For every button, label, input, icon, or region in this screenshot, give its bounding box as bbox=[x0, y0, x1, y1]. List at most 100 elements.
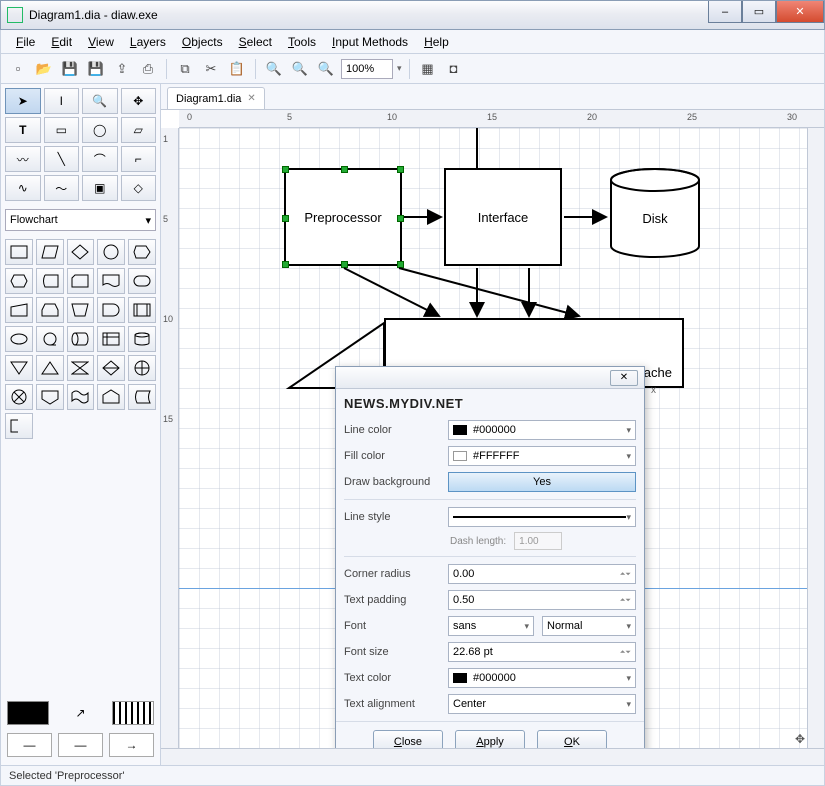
bezier-tool[interactable]: 〰 bbox=[5, 146, 41, 172]
line-tool[interactable]: ╲ bbox=[44, 146, 80, 172]
font-size-field[interactable]: 22.68 pt bbox=[448, 642, 636, 662]
shape-internal[interactable] bbox=[97, 326, 125, 352]
fill-color-field[interactable]: #FFFFFF bbox=[448, 446, 636, 466]
ellipse-tool[interactable]: ◯ bbox=[82, 117, 118, 143]
zoom-in-icon[interactable]: 🔍 bbox=[263, 58, 285, 80]
menu-view[interactable]: View bbox=[81, 33, 121, 51]
save-icon[interactable]: 💾 bbox=[59, 58, 81, 80]
font-name-field[interactable]: sans bbox=[448, 616, 534, 636]
corner-radius-field[interactable]: 0.00 bbox=[448, 564, 636, 584]
shape-category-select[interactable]: Flowchart▾ bbox=[5, 209, 156, 231]
shape-offpage2[interactable] bbox=[97, 384, 125, 410]
shape-decision[interactable] bbox=[67, 239, 95, 265]
maximize-button[interactable]: ▭ bbox=[742, 1, 776, 23]
dialog-mini-x[interactable]: x bbox=[651, 385, 656, 396]
dialog-close-button[interactable]: Close bbox=[373, 730, 443, 748]
scrollbar-horizontal[interactable] bbox=[161, 748, 824, 765]
image-tool[interactable]: ▣ bbox=[82, 175, 118, 201]
shape-collate[interactable] bbox=[67, 355, 95, 381]
copy-icon[interactable]: ⧉ bbox=[174, 58, 196, 80]
menu-layers[interactable]: Layers bbox=[123, 33, 173, 51]
box-tool[interactable]: ▭ bbox=[44, 117, 80, 143]
node-disk[interactable]: Disk bbox=[609, 168, 701, 271]
dialog-close-icon[interactable]: ✕ bbox=[610, 370, 638, 386]
paste-icon[interactable]: 📋 bbox=[226, 58, 248, 80]
cut-icon[interactable]: ✂ bbox=[200, 58, 222, 80]
print-icon[interactable]: ⎙ bbox=[137, 58, 159, 80]
shape-delay[interactable] bbox=[97, 297, 125, 323]
shape-loop[interactable] bbox=[36, 297, 64, 323]
shape-sort[interactable] bbox=[97, 355, 125, 381]
text-tool[interactable]: T bbox=[5, 117, 41, 143]
close-button[interactable]: ✕ bbox=[776, 1, 824, 23]
outline-tool[interactable]: ◇ bbox=[121, 175, 157, 201]
polygon-tool[interactable]: ▱ bbox=[121, 117, 157, 143]
line-style-field[interactable] bbox=[448, 507, 636, 527]
arrow-line[interactable]: — bbox=[58, 733, 103, 757]
text-align-field[interactable]: Center bbox=[448, 694, 636, 714]
polyline-tool[interactable]: ∿ bbox=[5, 175, 41, 201]
shape-connector[interactable] bbox=[97, 239, 125, 265]
dialog-apply-button[interactable]: Apply bbox=[455, 730, 525, 748]
shape-predefined[interactable] bbox=[128, 297, 156, 323]
shape-database[interactable] bbox=[128, 326, 156, 352]
menu-file[interactable]: File bbox=[9, 33, 42, 51]
shape-document[interactable] bbox=[97, 268, 125, 294]
shape-sequential[interactable] bbox=[36, 326, 64, 352]
shape-ellipse[interactable] bbox=[5, 326, 33, 352]
menu-tools[interactable]: Tools bbox=[281, 33, 323, 51]
scrollbar-vertical[interactable] bbox=[807, 128, 824, 748]
shape-terminal[interactable] bbox=[128, 268, 156, 294]
shape-display[interactable] bbox=[128, 239, 156, 265]
menu-help[interactable]: Help bbox=[417, 33, 456, 51]
draw-background-toggle[interactable]: Yes bbox=[448, 472, 636, 492]
shape-parallelogram[interactable] bbox=[36, 239, 64, 265]
saveas-icon[interactable]: 💾 bbox=[85, 58, 107, 80]
menu-objects[interactable]: Objects bbox=[175, 33, 230, 51]
arc-tool[interactable]: ⌒ bbox=[82, 146, 118, 172]
linestyle-swatch[interactable] bbox=[112, 701, 154, 725]
export-icon[interactable]: ⇪ bbox=[111, 58, 133, 80]
scroll-tool[interactable]: ✥ bbox=[121, 88, 157, 114]
menu-input-methods[interactable]: Input Methods bbox=[325, 33, 415, 51]
text-color-field[interactable]: #000000 bbox=[448, 668, 636, 688]
shape-merge[interactable] bbox=[5, 355, 33, 381]
shape-sum[interactable] bbox=[5, 384, 33, 410]
zigzag-tool[interactable]: ⌐ bbox=[121, 146, 157, 172]
zoom-input[interactable] bbox=[341, 59, 393, 79]
font-weight-field[interactable]: Normal bbox=[542, 616, 636, 636]
shape-tape[interactable] bbox=[67, 384, 95, 410]
open-icon[interactable]: 📂 bbox=[33, 58, 55, 80]
arrow-start[interactable]: — bbox=[7, 733, 52, 757]
object-snap-icon[interactable]: ◘ bbox=[443, 58, 465, 80]
arrow-end[interactable]: → bbox=[109, 733, 154, 757]
shape-direct[interactable] bbox=[67, 326, 95, 352]
shape-manual-input[interactable] bbox=[5, 297, 33, 323]
line-color-field[interactable]: #000000 bbox=[448, 420, 636, 440]
minimize-button[interactable]: – bbox=[708, 1, 742, 23]
text-padding-field[interactable]: 0.50 bbox=[448, 590, 636, 610]
grid-snap-icon[interactable]: ▦ bbox=[417, 58, 439, 80]
color-swatch[interactable] bbox=[7, 701, 49, 725]
node-preprocessor[interactable]: Preprocessor bbox=[284, 168, 402, 266]
scroll-origin-icon[interactable]: ✥ bbox=[795, 732, 805, 746]
shape-datasource[interactable] bbox=[128, 384, 156, 410]
shape-extract[interactable] bbox=[36, 355, 64, 381]
new-icon[interactable]: ▫ bbox=[7, 58, 29, 80]
shape-or[interactable] bbox=[128, 355, 156, 381]
bezierline-tool[interactable]: 〜 bbox=[44, 175, 80, 201]
shape-preparation[interactable] bbox=[5, 268, 33, 294]
dialog-ok-button[interactable]: OK bbox=[537, 730, 607, 748]
shape-stored[interactable] bbox=[36, 268, 64, 294]
tab-close-icon[interactable]: ✕ bbox=[247, 93, 255, 104]
magnify-tool[interactable]: 🔍 bbox=[82, 88, 118, 114]
shape-offpage[interactable] bbox=[36, 384, 64, 410]
shape-manual-op[interactable] bbox=[67, 297, 95, 323]
shape-card[interactable] bbox=[67, 268, 95, 294]
menu-select[interactable]: Select bbox=[232, 33, 279, 51]
pointer-tool[interactable]: ➤ bbox=[5, 88, 41, 114]
zoom-out-icon[interactable]: 🔍 bbox=[289, 58, 311, 80]
zoom-fit-icon[interactable]: 🔍 bbox=[315, 58, 337, 80]
text-edit-tool[interactable]: I bbox=[44, 88, 80, 114]
canvas[interactable]: Preprocessor Interface Disk Local functi… bbox=[179, 128, 807, 748]
